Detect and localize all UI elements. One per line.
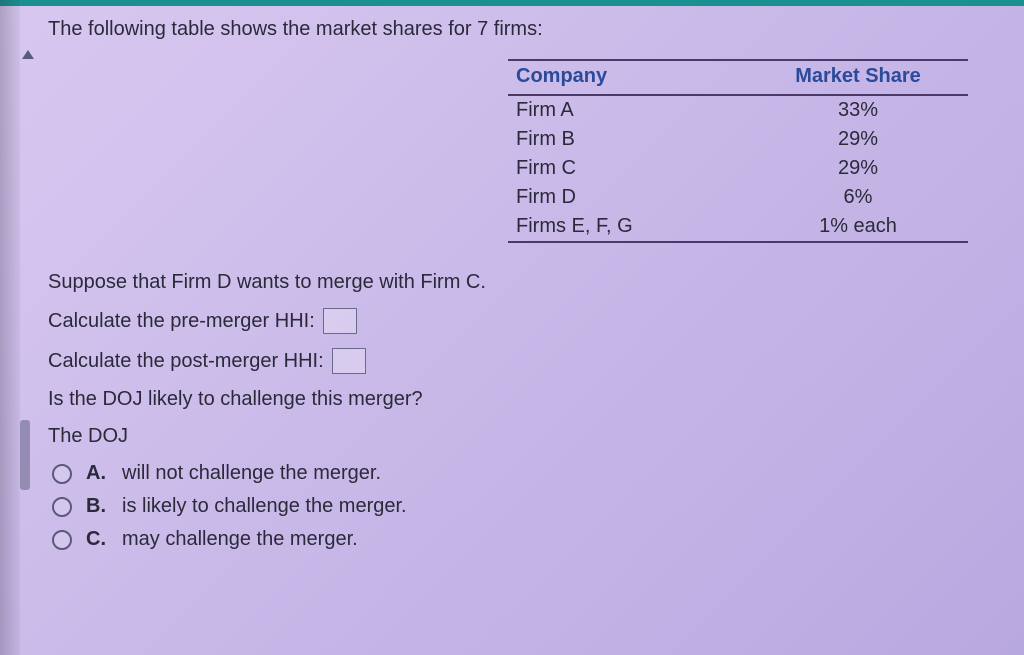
scrollbar-thumb[interactable] xyxy=(20,420,30,490)
doj-stem: The DOJ xyxy=(48,425,996,448)
cell-company: Firm C xyxy=(508,154,748,183)
radio-icon[interactable] xyxy=(52,497,72,517)
question-body: The following table shows the market sha… xyxy=(0,0,1024,579)
option-text: is likely to challenge the merger. xyxy=(122,495,407,518)
post-merger-label: Calculate the post-merger HHI: xyxy=(48,350,324,373)
cell-company: Firm D xyxy=(508,183,748,212)
option-text: will not challenge the merger. xyxy=(122,462,381,485)
post-merger-row: Calculate the post-merger HHI: xyxy=(48,348,996,374)
cell-share: 29% xyxy=(748,154,968,183)
option-letter: B. xyxy=(86,495,108,518)
cell-share: 6% xyxy=(748,183,968,212)
col-header-share: Market Share xyxy=(748,60,968,95)
window-top-accent xyxy=(0,0,1024,6)
cell-share: 29% xyxy=(748,125,968,154)
pre-merger-label: Calculate the pre-merger HHI: xyxy=(48,310,315,333)
doj-question: Is the DOJ likely to challenge this merg… xyxy=(48,388,996,411)
intro-text: The following table shows the market sha… xyxy=(48,18,996,41)
option-c[interactable]: C. may challenge the merger. xyxy=(52,528,996,551)
pre-merger-row: Calculate the pre-merger HHI: xyxy=(48,308,996,334)
left-gutter xyxy=(0,0,20,655)
table-row: Firm A 33% xyxy=(508,95,968,125)
table-row: Firm B 29% xyxy=(508,125,968,154)
scroll-up-arrow-icon[interactable] xyxy=(22,50,34,59)
market-share-table: Company Market Share Firm A 33% Firm B 2… xyxy=(508,59,996,243)
multiple-choice: A. will not challenge the merger. B. is … xyxy=(48,462,996,551)
suppose-text: Suppose that Firm D wants to merge with … xyxy=(48,271,996,294)
cell-company: Firm B xyxy=(508,125,748,154)
option-b[interactable]: B. is likely to challenge the merger. xyxy=(52,495,996,518)
option-a[interactable]: A. will not challenge the merger. xyxy=(52,462,996,485)
cell-share: 1% each xyxy=(748,212,968,242)
cell-company: Firm A xyxy=(508,95,748,125)
table-row: Firm D 6% xyxy=(508,183,968,212)
option-letter: C. xyxy=(86,528,108,551)
table-row: Firms E, F, G 1% each xyxy=(508,212,968,242)
table-row: Firm C 29% xyxy=(508,154,968,183)
col-header-company: Company xyxy=(508,60,748,95)
pre-merger-hhi-input[interactable] xyxy=(323,308,357,334)
radio-icon[interactable] xyxy=(52,464,72,484)
option-letter: A. xyxy=(86,462,108,485)
radio-icon[interactable] xyxy=(52,530,72,550)
option-text: may challenge the merger. xyxy=(122,528,358,551)
post-merger-hhi-input[interactable] xyxy=(332,348,366,374)
cell-company: Firms E, F, G xyxy=(508,212,748,242)
cell-share: 33% xyxy=(748,95,968,125)
